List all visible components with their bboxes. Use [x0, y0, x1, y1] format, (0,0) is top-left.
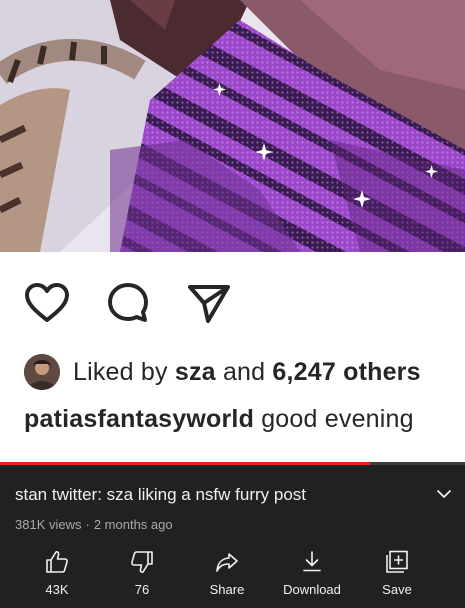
download-label: Download	[283, 582, 341, 597]
download-icon	[299, 549, 325, 575]
video-actions-bar: 43K 76 Share Download Save	[0, 549, 465, 605]
stats-separator: ·	[85, 517, 90, 532]
like-button[interactable]: 43K	[17, 549, 97, 605]
liked-by-user[interactable]: sza	[175, 358, 216, 386]
caption-username[interactable]: patiasfantasyworld	[24, 405, 254, 433]
share-icon	[214, 549, 240, 575]
avatar	[24, 354, 60, 390]
dislike-button[interactable]: 76	[102, 549, 182, 605]
share-button[interactable]: Share	[187, 549, 267, 605]
chevron-down-icon[interactable]	[433, 483, 455, 505]
send-icon[interactable]	[186, 283, 232, 325]
video-title[interactable]: stan twitter: sza liking a nsfw furry po…	[15, 485, 306, 505]
dislike-count: 76	[134, 582, 150, 597]
save-label: Save	[382, 582, 412, 597]
share-label: Share	[209, 582, 245, 597]
add-to-playlist-icon	[384, 549, 410, 575]
heart-icon[interactable]	[24, 282, 70, 324]
upload-age: 2 months ago	[93, 517, 173, 532]
likes-text: Liked by sza and 6,247 others	[73, 358, 421, 386]
video-player[interactable]: Liked by sza and 6,247 others patiasfant…	[0, 0, 465, 465]
thumbs-up-icon	[44, 549, 70, 575]
post-caption: patiasfantasyworld good evening	[24, 405, 414, 434]
video-frame-artwork	[0, 0, 465, 252]
video-stats: 381K views · 2 months ago	[15, 517, 173, 532]
liked-count[interactable]: 6,247 others	[272, 358, 420, 386]
comment-icon[interactable]	[106, 281, 150, 325]
save-button[interactable]: Save	[357, 549, 437, 605]
caption-text: good evening	[254, 405, 414, 433]
like-count: 43K	[45, 582, 69, 597]
download-button[interactable]: Download	[272, 549, 352, 605]
video-metadata: stan twitter: sza liking a nsfw furry po…	[0, 465, 465, 608]
thumbs-down-icon	[129, 549, 155, 575]
view-count: 381K views	[15, 517, 82, 532]
